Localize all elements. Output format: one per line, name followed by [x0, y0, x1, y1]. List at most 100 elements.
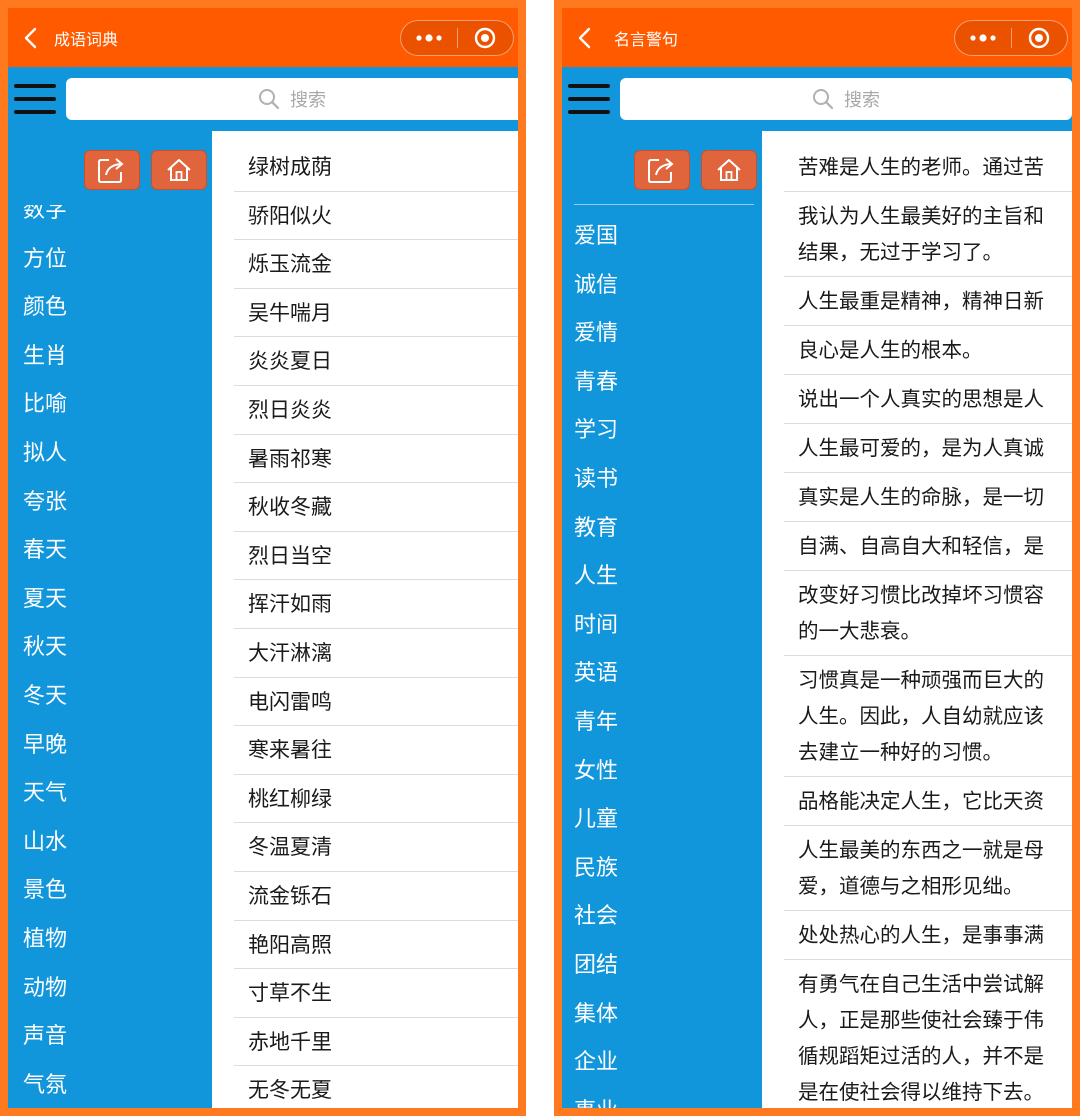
quote-item[interactable]: 真实是人生的命脉，是一切: [784, 473, 1072, 522]
phone-frame-idiom-dictionary: 成语词典 搜索 数字 方位 颜色 生肖 比喻 拟人 夸张 春天 夏天 秋天 冬天 早晚 天气 山水景: [0, 0, 526, 1116]
quote-item[interactable]: 人生最重是精神，精神日新: [784, 277, 1072, 326]
idiom-item[interactable]: 暑雨祁寒: [234, 435, 518, 484]
idiom-list-panel: 绿树成荫 骄阳似火 烁玉流金 吴牛喘月 炎炎夏日 烈日炎炎 暑雨祁寒 秋收冬藏 烈日当空 挥汗如雨…: [212, 131, 518, 1108]
search-placeholder: 搜索: [844, 90, 880, 111]
idiom-item[interactable]: 烈日炎炎: [234, 386, 518, 435]
idiom-item[interactable]: 寸草不生: [234, 969, 518, 1018]
idiom-item[interactable]: 流金铄石: [234, 872, 518, 921]
share-button[interactable]: [634, 150, 690, 190]
idiom-item[interactable]: 骄阳似火: [234, 192, 518, 241]
category-item[interactable]: 青年: [562, 699, 762, 748]
category-item[interactable]: 拟人: [8, 430, 212, 479]
mini-program-capsule: [400, 20, 514, 56]
category-item[interactable]: 教育: [562, 505, 762, 554]
app-screen: 成语词典 搜索 数字 方位 颜色 生肖 比喻 拟人 夸张 春天 夏天 秋天 冬天 早晚 天气 山水景: [8, 8, 518, 1108]
idiom-item[interactable]: 秋收冬藏: [234, 483, 518, 532]
back-arrow-icon[interactable]: [564, 8, 604, 67]
category-item[interactable]: 学习: [562, 407, 762, 456]
category-item[interactable]: 女性: [562, 748, 762, 797]
idiom-item[interactable]: 吴牛喘月: [234, 289, 518, 338]
category-item[interactable]: 景色: [8, 867, 212, 916]
category-item[interactable]: 集体: [562, 991, 762, 1040]
more-dots-icon[interactable]: [955, 21, 1011, 55]
quote-item[interactable]: 品格能决定人生，它比天资: [784, 777, 1072, 826]
quote-item[interactable]: 人生最可爱的，是为人真诚: [784, 424, 1072, 473]
quote-item[interactable]: 有勇气在自己生活中尝试解 人，正是那些使社会臻于伟 循规蹈矩过活的人，并不是 是…: [784, 960, 1072, 1108]
category-item[interactable]: 声音: [8, 1013, 212, 1062]
search-icon: [813, 89, 834, 110]
category-item[interactable]: 早晚: [8, 722, 212, 771]
quote-item[interactable]: 说出一个人真实的思想是人: [784, 375, 1072, 424]
search-bar: 搜索: [8, 67, 518, 131]
quote-item[interactable]: 良心是人生的根本。: [784, 326, 1072, 375]
category-item[interactable]: 山水: [8, 819, 212, 868]
category-item[interactable]: 读书: [562, 456, 762, 505]
quote-item[interactable]: 处处热心的人生，是事事满: [784, 911, 1072, 960]
idiom-item[interactable]: 大汗淋漓: [234, 629, 518, 678]
category-item[interactable]: 英语: [562, 650, 762, 699]
home-button[interactable]: [151, 150, 207, 190]
category-item[interactable]: 儿童: [562, 796, 762, 845]
category-item[interactable]: 事业: [562, 1088, 762, 1108]
quote-item[interactable]: 苦难是人生的老师。通过苦: [784, 143, 1072, 192]
idiom-item[interactable]: 桃红柳绿: [234, 775, 518, 824]
category-sidebar: 数字 方位 颜色 生肖 比喻 拟人 夸张 春天 夏天 秋天 冬天 早晚 天气 山水 景色 植物 动物 声音 气氛: [8, 131, 212, 1108]
search-input[interactable]: 搜索: [620, 78, 1072, 120]
category-item[interactable]: 天气: [8, 770, 212, 819]
category-item[interactable]: 时间: [562, 602, 762, 651]
category-item[interactable]: 企业: [562, 1039, 762, 1088]
more-dots-icon[interactable]: [401, 21, 457, 55]
close-circle-icon[interactable]: [1011, 21, 1067, 55]
back-arrow-icon[interactable]: [10, 8, 50, 67]
hamburger-menu-icon[interactable]: [14, 82, 56, 116]
quote-item[interactable]: 人生最美的东西之一就是母 爱，道德与之相形见绌。: [784, 826, 1072, 911]
category-item[interactable]: 春天: [8, 527, 212, 576]
hamburger-menu-icon[interactable]: [568, 82, 610, 116]
category-item[interactable]: 爱国: [562, 213, 762, 262]
idiom-item[interactable]: 艳阳高照: [234, 921, 518, 970]
category-item[interactable]: 社会: [562, 893, 762, 942]
home-button[interactable]: [701, 150, 757, 190]
quote-item[interactable]: 习惯真是一种顽强而巨大的 人生。因此，人自幼就应该 去建立一种好的习惯。: [784, 656, 1072, 777]
idiom-item[interactable]: 寒来暑往: [234, 726, 518, 775]
category-item[interactable]: 诚信: [562, 262, 762, 311]
close-circle-icon[interactable]: [457, 21, 513, 55]
share-button[interactable]: [84, 150, 140, 190]
category-item[interactable]: 夸张: [8, 479, 212, 528]
category-item[interactable]: 爱情: [562, 310, 762, 359]
category-item[interactable]: 冬天: [8, 673, 212, 722]
category-item[interactable]: 植物: [8, 916, 212, 965]
idiom-item[interactable]: 烁玉流金: [234, 240, 518, 289]
mini-program-capsule: [954, 20, 1068, 56]
category-item[interactable]: 秋天: [8, 624, 212, 673]
sidebar-divider: [574, 204, 754, 205]
idiom-item[interactable]: 挥汗如雨: [234, 580, 518, 629]
idiom-item[interactable]: 电闪雷鸣: [234, 678, 518, 727]
quote-item[interactable]: 自满、自高自大和轻信，是: [784, 522, 1072, 571]
category-item[interactable]: 动物: [8, 965, 212, 1014]
category-item[interactable]: 颜色: [8, 284, 212, 333]
quote-item[interactable]: 改变好习惯比改掉坏习惯容 的一大悲衰。: [784, 571, 1072, 656]
category-item[interactable]: 方位: [8, 236, 212, 285]
quote-list-panel: 苦难是人生的老师。通过苦 我认为人生最美好的主旨和 结果，无过于学习了。 人生最重是…: [762, 131, 1072, 1108]
idiom-item[interactable]: 冬温夏清: [234, 823, 518, 872]
category-item[interactable]: 夏天: [8, 576, 212, 625]
idiom-item[interactable]: 炎炎夏日: [234, 337, 518, 386]
search-input[interactable]: 搜索: [66, 78, 518, 120]
category-item[interactable]: 比喻: [8, 381, 212, 430]
category-item[interactable]: 团结: [562, 942, 762, 991]
category-item[interactable]: 气氛: [8, 1062, 212, 1108]
idiom-item[interactable]: 烈日当空: [234, 532, 518, 581]
category-item[interactable]: 人生: [562, 553, 762, 602]
search-placeholder: 搜索: [290, 90, 326, 111]
page-title: 成语词典: [54, 29, 119, 49]
category-item[interactable]: 民族: [562, 845, 762, 894]
idiom-item[interactable]: 无冬无夏: [234, 1066, 518, 1108]
sidebar-actions: [562, 131, 762, 205]
idiom-item[interactable]: 赤地千里: [234, 1018, 518, 1067]
category-item[interactable]: 生肖: [8, 333, 212, 382]
quote-item[interactable]: 我认为人生最美好的主旨和 结果，无过于学习了。: [784, 192, 1072, 277]
category-sidebar: 爱国诚信爱情青春学习读书教育人生时间英语青年女性儿童民族社会团结集体企业事业: [562, 131, 762, 1108]
category-item[interactable]: 青春: [562, 359, 762, 408]
idiom-item[interactable]: 绿树成荫: [234, 143, 518, 192]
